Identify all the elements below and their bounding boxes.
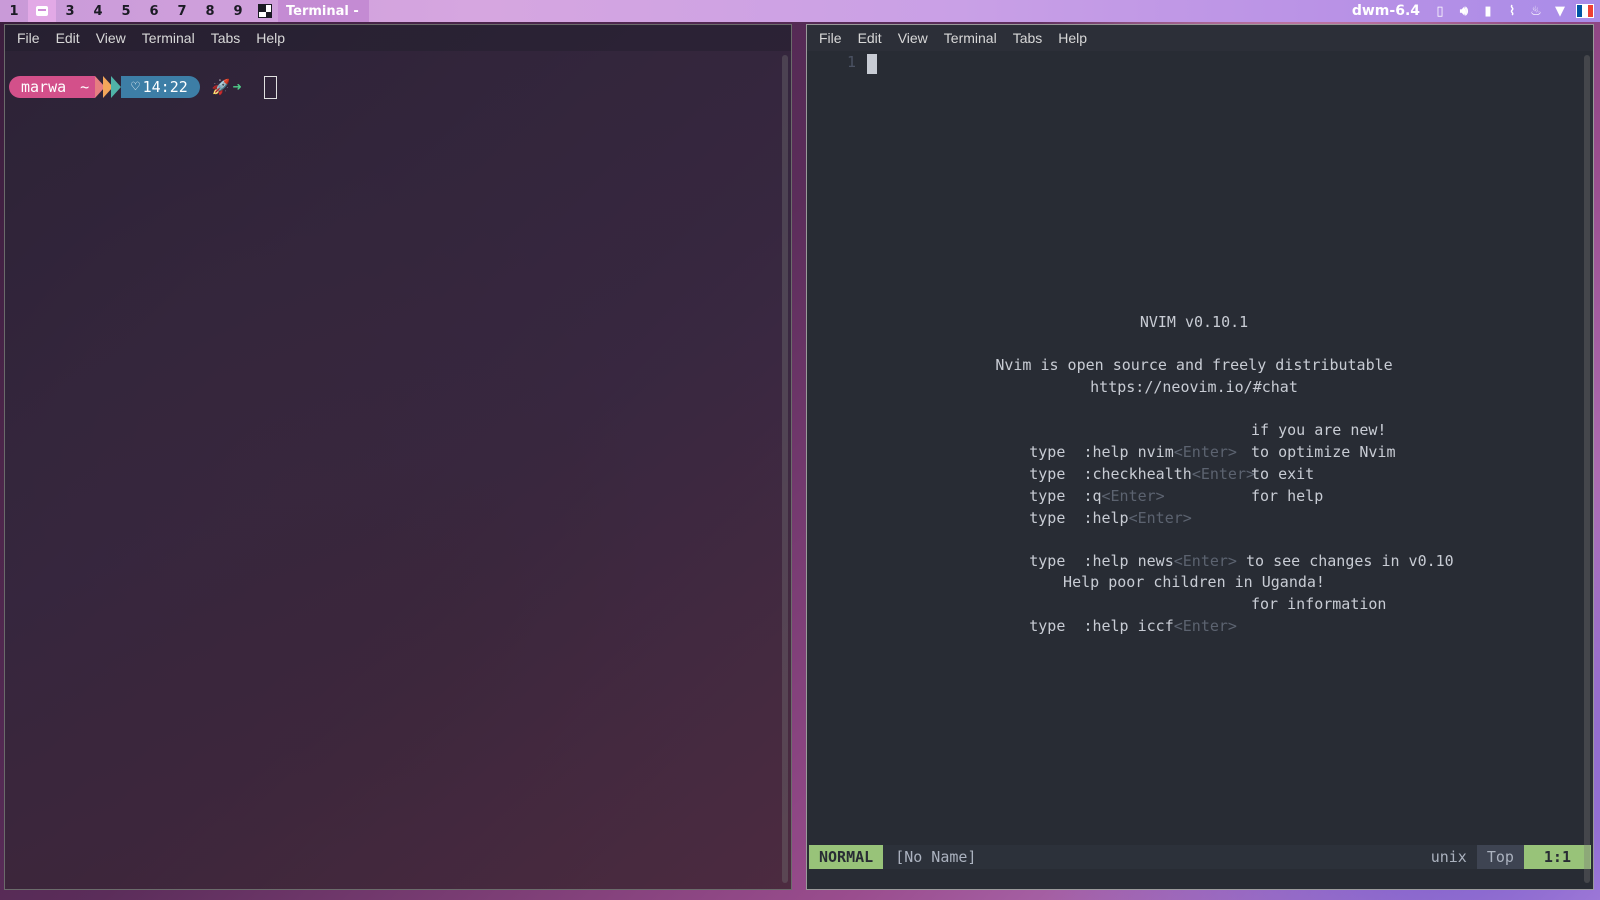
tag-4[interactable]: 4 xyxy=(84,0,112,22)
help-row: type :checkhealth<Enter> xyxy=(957,441,1255,483)
mode-indicator: NORMAL xyxy=(809,845,884,869)
tag-6[interactable]: 6 xyxy=(140,0,168,22)
terminal-window-left[interactable]: File Edit View Terminal Tabs Help marwa … xyxy=(4,24,792,890)
wm-version: dwm-6.4 xyxy=(1351,3,1420,19)
volume-icon: 🔊︎ xyxy=(1459,3,1469,19)
scrollbar[interactable] xyxy=(782,55,788,883)
menu-bar: File Edit View Terminal Tabs Help xyxy=(807,25,1593,51)
arrow-icon: ➜ xyxy=(232,78,242,96)
menu-tabs[interactable]: Tabs xyxy=(1005,30,1051,46)
menu-terminal[interactable]: Terminal xyxy=(134,30,203,46)
uganda-line: Help poor children in Uganda! xyxy=(1063,573,1325,591)
scroll-position: Top xyxy=(1476,845,1524,869)
file-format: unix xyxy=(1430,848,1467,866)
tag-3[interactable]: 3 xyxy=(56,0,84,22)
menu-terminal[interactable]: Terminal xyxy=(936,30,1005,46)
tag-1[interactable]: 1 xyxy=(0,0,28,22)
help-desc: for help xyxy=(1251,487,1324,505)
nvim-url: https://neovim.io/#chat xyxy=(1090,378,1298,396)
help-type: type xyxy=(1029,509,1066,527)
paperclip-icon: ⌇ xyxy=(1508,3,1516,19)
battery-icon: ▮ xyxy=(1484,3,1492,19)
menu-file[interactable]: File xyxy=(811,30,850,46)
help-cmd: :help iccf xyxy=(1083,617,1174,635)
prompt-user: marwa xyxy=(9,76,75,98)
tag-5[interactable]: 5 xyxy=(112,0,140,22)
help-enter: <Enter> xyxy=(1173,617,1237,635)
tag-8[interactable]: 8 xyxy=(196,0,224,22)
menu-view[interactable]: View xyxy=(88,30,134,46)
nvim-version: NVIM v0.10.1 xyxy=(1139,313,1249,331)
help-desc: to exit xyxy=(1251,465,1315,483)
terminal-window-right[interactable]: File Edit View Terminal Tabs Help 1 NVIM… xyxy=(806,24,1594,890)
flame-icon: ♨ xyxy=(1530,3,1542,19)
help-row: type :q<Enter> xyxy=(957,463,1164,505)
layout-icon[interactable] xyxy=(258,4,272,18)
line-number: 1 xyxy=(847,53,857,71)
shell-prompt: marwa ~ ♡ 14:22 🚀 ➜ xyxy=(9,75,277,99)
heart-icon: ♡ xyxy=(131,79,140,95)
phone-icon: ▯ xyxy=(1436,3,1444,19)
help-row: type :help nvim<Enter> xyxy=(957,419,1237,461)
tag-2-active[interactable] xyxy=(28,0,56,22)
tag-9[interactable]: 9 xyxy=(224,0,252,22)
prompt-dir: ~ xyxy=(74,76,96,98)
cursor-location: 1:1 xyxy=(1523,845,1591,869)
menu-edit[interactable]: Edit xyxy=(850,30,890,46)
menu-file[interactable]: File xyxy=(9,30,48,46)
news-row: type :help news<Enter> to see changes in… xyxy=(957,528,1453,570)
help-type: type xyxy=(1029,617,1066,635)
terminal-cursor[interactable] xyxy=(263,75,277,99)
status-area: dwm-6.4 ▯ 🔊︎ ▮ ⌇ ♨ ▼ xyxy=(1352,0,1600,22)
window-icon xyxy=(36,6,48,16)
help-enter: <Enter> xyxy=(1173,552,1237,570)
top-bar: 1 3 4 5 6 7 8 9 Terminal - dwm-6.4 ▯ 🔊︎ … xyxy=(0,0,1600,22)
help-enter: <Enter> xyxy=(1128,509,1192,527)
help-desc: for information xyxy=(1251,595,1387,613)
editor-cursor xyxy=(867,54,877,74)
prompt-chevron xyxy=(111,76,122,98)
menu-help[interactable]: Help xyxy=(1050,30,1095,46)
help-desc: if you are new! xyxy=(1251,421,1387,439)
nvim-tagline: Nvim is open source and freely distribut… xyxy=(995,356,1393,374)
file-name: [No Name] xyxy=(895,848,977,866)
help-cmd: :help news xyxy=(1083,552,1174,570)
tag-7[interactable]: 7 xyxy=(168,0,196,22)
menu-tabs[interactable]: Tabs xyxy=(203,30,249,46)
menu-bar: File Edit View Terminal Tabs Help xyxy=(5,25,791,51)
rocket-icon: 🚀 xyxy=(211,78,231,96)
help-cmd: :help xyxy=(1083,509,1129,527)
window-title: Terminal - xyxy=(278,0,369,22)
wifi-icon: ▼ xyxy=(1555,3,1565,19)
menu-help[interactable]: Help xyxy=(248,30,293,46)
help-row: type :help<Enter> xyxy=(957,485,1192,527)
prompt-time-segment: ♡ 14:22 xyxy=(121,76,200,98)
help-type: type xyxy=(1029,552,1066,570)
menu-edit[interactable]: Edit xyxy=(48,30,88,46)
help-enter: <Enter> xyxy=(1191,465,1256,483)
help-desc: to optimize Nvim xyxy=(1251,443,1396,461)
menu-view[interactable]: View xyxy=(890,30,936,46)
flag-band xyxy=(1587,5,1593,17)
scrollbar[interactable] xyxy=(1584,55,1590,883)
nvim-statusline: NORMAL [No Name] unix Top 1:1 xyxy=(809,845,1591,869)
flag-icon xyxy=(1576,4,1594,18)
nvim-buffer[interactable]: 1 NVIM v0.10.1 Nvim is open source and f… xyxy=(807,51,1581,889)
help-desc: to see changes in v0.10 xyxy=(1246,552,1454,570)
iccf-row: type :help iccf<Enter> xyxy=(957,593,1237,635)
prompt-time: 14:22 xyxy=(142,78,188,96)
